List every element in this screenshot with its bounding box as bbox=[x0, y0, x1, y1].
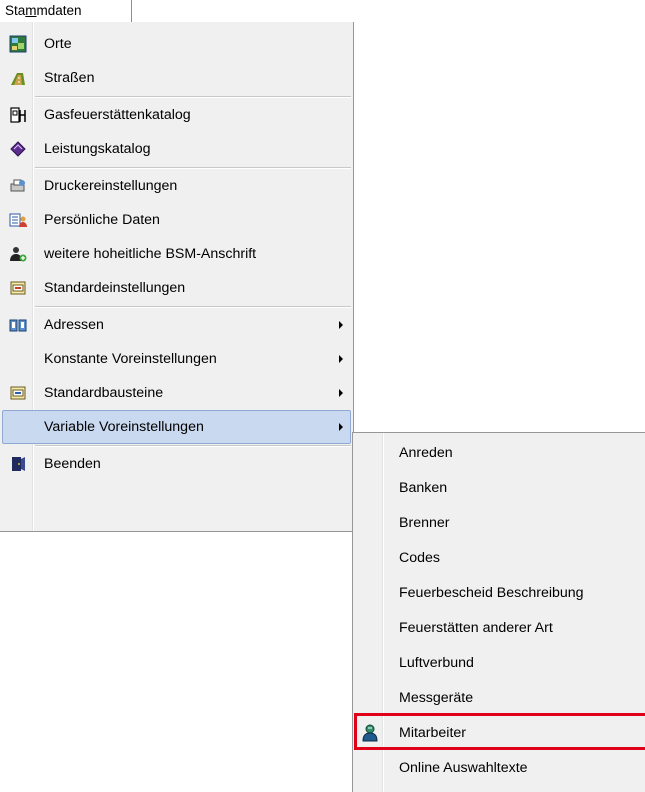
menu-item-label: Orte bbox=[44, 36, 72, 52]
menu-stammdaten[interactable]: Stammdaten bbox=[0, 0, 132, 22]
menu-item-leistungskatalog[interactable]: Leistungskatalog bbox=[2, 132, 351, 166]
menu-item-beenden[interactable]: Beenden bbox=[2, 447, 351, 481]
menu-item-label: Konstante Voreinstellungen bbox=[44, 351, 217, 367]
stammdaten-dropdown: Orte Straßen Gasfeuerstättenkatalog Leis… bbox=[0, 22, 354, 532]
menu-item-label: Straßen bbox=[44, 70, 95, 86]
menu-item-label: Gasfeuerstättenkatalog bbox=[44, 107, 191, 123]
submenu-arrow-icon bbox=[339, 423, 343, 431]
submenu-item-luftverbund[interactable]: Luftverbund bbox=[355, 646, 645, 680]
catalog-book-icon bbox=[9, 140, 27, 158]
menu-item-gasfeuerstaettenkatalog[interactable]: Gasfeuerstättenkatalog bbox=[2, 98, 351, 132]
submenu-arrow-icon bbox=[339, 321, 343, 329]
menu-item-label: Banken bbox=[399, 480, 448, 496]
menu-item-label: Messgeräte bbox=[399, 690, 474, 706]
menu-title-part: Sta bbox=[5, 3, 26, 18]
menu-item-hoheitliche-anschrift[interactable]: weitere hoheitliche BSM-Anschrift bbox=[2, 237, 351, 271]
menu-item-label: Codes bbox=[399, 550, 441, 566]
menu-item-label: Luftverbund bbox=[399, 655, 474, 671]
menu-item-variable-voreinstellungen[interactable]: Variable Voreinstellungen bbox=[2, 410, 351, 444]
menu-item-label: Standardbausteine bbox=[44, 385, 164, 401]
highlight-annotation-box bbox=[354, 713, 645, 750]
menu-item-standardeinstellungen[interactable]: Standardeinstellungen bbox=[2, 271, 351, 305]
submenu-item-feuerstaetten-anderer-art[interactable]: Feuerstätten anderer Art bbox=[355, 611, 645, 645]
submenu-item-banken[interactable]: Banken bbox=[355, 471, 645, 505]
menu-item-orte[interactable]: Orte bbox=[2, 27, 351, 61]
menu-item-adressen[interactable]: Adressen bbox=[2, 308, 351, 342]
menu-item-label: Standardeinstellungen bbox=[44, 280, 186, 296]
menu-item-konstante-voreinstellungen[interactable]: Konstante Voreinstellungen bbox=[2, 342, 351, 376]
menu-item-label: Feuerstätten anderer Art bbox=[399, 620, 553, 636]
road-icon bbox=[9, 69, 27, 87]
exit-door-icon bbox=[9, 455, 27, 473]
printer-settings-icon bbox=[9, 177, 27, 195]
address-book-icon bbox=[9, 316, 27, 334]
menu-item-label: Beenden bbox=[44, 456, 101, 472]
menu-item-persoenliche-daten[interactable]: Persönliche Daten bbox=[2, 203, 351, 237]
menu-item-standardbausteine[interactable]: Standardbausteine bbox=[2, 376, 351, 410]
submenu-item-anreden[interactable]: Anreden bbox=[355, 436, 645, 470]
menu-item-label: Brenner bbox=[399, 515, 450, 531]
map-icon bbox=[9, 35, 27, 53]
menu-item-label: Variable Voreinstellungen bbox=[44, 419, 204, 435]
menu-item-label: Feuerbescheid Beschreibung bbox=[399, 585, 584, 601]
menu-item-label: Leistungskatalog bbox=[44, 141, 151, 157]
furnace-icon bbox=[9, 106, 27, 124]
building-block-icon bbox=[9, 384, 27, 402]
menu-item-druckereinstellungen[interactable]: Druckereinstellungen bbox=[2, 169, 351, 203]
personal-data-icon bbox=[9, 211, 27, 229]
submenu-item-messgeraete[interactable]: Messgeräte bbox=[355, 681, 645, 715]
menu-item-strassen[interactable]: Straßen bbox=[2, 61, 351, 95]
submenu-item-brenner[interactable]: Brenner bbox=[355, 506, 645, 540]
submenu-arrow-icon bbox=[339, 355, 343, 363]
menu-item-label: Persönliche Daten bbox=[44, 212, 160, 228]
submenu-item-online-auswahltexte[interactable]: Online Auswahltexte bbox=[355, 751, 645, 785]
submenu-arrow-icon bbox=[339, 389, 343, 397]
submenu-item-feuerbescheid-beschreibung[interactable]: Feuerbescheid Beschreibung bbox=[355, 576, 645, 610]
menu-item-label: Online Auswahltexte bbox=[399, 760, 528, 776]
submenu-item-codes[interactable]: Codes bbox=[355, 541, 645, 575]
menu-item-label: Druckereinstellungen bbox=[44, 178, 178, 194]
menu-title-mnemonic: m bbox=[25, 3, 37, 18]
menu-item-label: weitere hoheitliche BSM-Anschrift bbox=[44, 246, 257, 262]
add-person-icon bbox=[9, 245, 27, 263]
menu-title-part: mdaten bbox=[36, 3, 82, 18]
settings-box-icon bbox=[9, 279, 27, 297]
menu-item-label: Adressen bbox=[44, 317, 104, 333]
menu-item-label: Anreden bbox=[399, 445, 453, 461]
